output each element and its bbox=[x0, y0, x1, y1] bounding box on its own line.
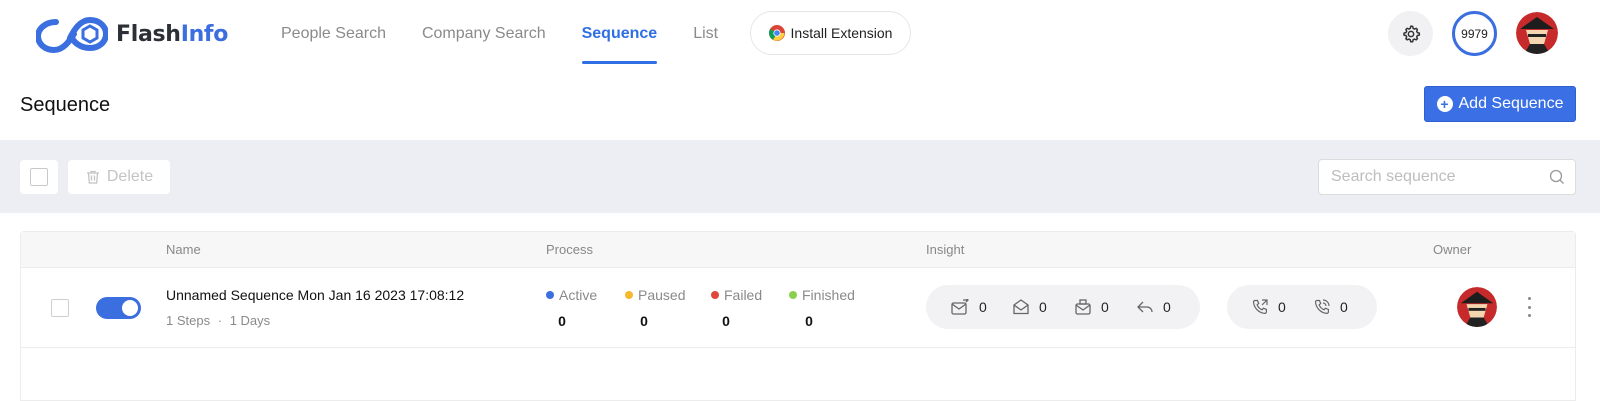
column-header-owner: Owner bbox=[1433, 242, 1472, 257]
paused-count: 0 bbox=[640, 313, 648, 329]
chrome-icon bbox=[768, 25, 785, 41]
sequence-table: Name Process Insight Owner Unnamed Seque… bbox=[20, 231, 1576, 401]
call-insight-pill: 0 0 bbox=[1227, 285, 1377, 329]
nav-company-search[interactable]: Company Search bbox=[422, 0, 546, 68]
logo-infinity-icon bbox=[36, 16, 108, 54]
finished-dot bbox=[789, 291, 797, 299]
active-count: 0 bbox=[558, 313, 566, 329]
row-checkbox[interactable] bbox=[51, 299, 69, 317]
table-row[interactable]: Unnamed Sequence Mon Jan 16 2023 17:08:1… bbox=[21, 269, 1575, 348]
delete-button[interactable]: Delete bbox=[68, 160, 170, 194]
email-replied-count: 0 bbox=[1163, 299, 1171, 315]
call-outgoing-stat[interactable]: 0 bbox=[1252, 299, 1314, 315]
checkbox-box bbox=[30, 168, 48, 186]
sequence-days: 1 Days bbox=[229, 313, 271, 328]
avatar-image bbox=[1457, 287, 1497, 327]
page-header bbox=[0, 68, 1600, 140]
nav-list[interactable]: List bbox=[693, 0, 718, 68]
brand-name: FlashInfo bbox=[116, 21, 229, 47]
gear-icon bbox=[1402, 24, 1420, 42]
call-outgoing-count: 0 bbox=[1278, 299, 1286, 315]
avatar-image bbox=[1516, 12, 1558, 54]
nav-sequence[interactable]: Sequence bbox=[581, 0, 657, 68]
column-header-insight: Insight bbox=[926, 242, 965, 257]
meta-separator: · bbox=[217, 313, 223, 328]
column-header-name: Name bbox=[166, 242, 201, 257]
status-active: Active bbox=[546, 287, 597, 303]
status-finished: Finished bbox=[789, 287, 855, 303]
search-box bbox=[1318, 159, 1576, 195]
email-replied-stat[interactable]: 0 bbox=[1137, 299, 1187, 315]
sequence-name[interactable]: Unnamed Sequence Mon Jan 16 2023 17:08:1… bbox=[166, 287, 464, 303]
delete-label: Delete bbox=[106, 168, 154, 185]
phone-connected-icon bbox=[1314, 299, 1330, 315]
add-sequence-label: Add Sequence bbox=[1458, 95, 1564, 112]
add-sequence-button[interactable]: + Add Sequence bbox=[1424, 86, 1576, 122]
active-dot bbox=[546, 291, 554, 299]
active-label: Active bbox=[559, 287, 598, 303]
email-opened-stat[interactable]: 0 bbox=[1013, 299, 1075, 315]
search-input[interactable] bbox=[1331, 168, 1541, 186]
select-all-checkbox[interactable] bbox=[20, 160, 58, 194]
email-opened-icon bbox=[1013, 299, 1029, 315]
email-sent-stat[interactable]: 0 bbox=[951, 299, 1013, 315]
email-sent-count: 0 bbox=[979, 299, 987, 315]
call-connected-stat[interactable]: 0 bbox=[1314, 299, 1364, 315]
phone-outgoing-icon bbox=[1252, 299, 1268, 315]
sequence-steps: 1 Steps bbox=[166, 313, 211, 328]
table-header: Name Process Insight Owner bbox=[21, 232, 1575, 268]
finished-label: Finished bbox=[802, 287, 855, 303]
email-clicked-icon bbox=[1075, 299, 1091, 315]
email-opened-count: 0 bbox=[1039, 299, 1047, 315]
search-icon[interactable] bbox=[1549, 169, 1565, 185]
failed-dot bbox=[711, 291, 719, 299]
column-header-process: Process bbox=[546, 242, 593, 257]
sequence-meta: 1 Steps · 1 Days bbox=[166, 313, 270, 328]
flashinfo-logo[interactable]: FlashInfo bbox=[36, 12, 228, 56]
install-extension-button[interactable]: Install Extension bbox=[750, 11, 911, 55]
paused-label: Paused bbox=[638, 287, 686, 303]
page-title: Sequence bbox=[20, 94, 111, 116]
owner-avatar[interactable] bbox=[1457, 287, 1497, 327]
sequence-enable-toggle[interactable] bbox=[96, 297, 141, 319]
paused-dot bbox=[625, 291, 633, 299]
finished-count: 0 bbox=[805, 313, 813, 329]
row-more-menu-icon[interactable] bbox=[1523, 297, 1535, 317]
failed-label: Failed bbox=[724, 287, 763, 303]
plus-circle-icon: + bbox=[1436, 96, 1453, 112]
install-extension-label: Install Extension bbox=[790, 25, 893, 41]
email-clicked-count: 0 bbox=[1101, 299, 1109, 315]
email-clicked-stat[interactable]: 0 bbox=[1075, 299, 1137, 315]
email-insight-pill: 0 0 0 0 bbox=[926, 285, 1200, 329]
reply-icon bbox=[1137, 301, 1153, 313]
status-paused: Paused bbox=[625, 287, 685, 303]
email-sent-icon bbox=[951, 299, 969, 315]
main-nav: People Search Company Search Sequence Li… bbox=[281, 0, 754, 68]
status-failed: Failed bbox=[711, 287, 762, 303]
failed-count: 0 bbox=[722, 313, 730, 329]
settings-button[interactable] bbox=[1388, 11, 1433, 56]
trash-icon bbox=[86, 170, 99, 184]
nav-people-search[interactable]: People Search bbox=[281, 0, 386, 68]
user-avatar[interactable] bbox=[1516, 12, 1558, 54]
credits-badge[interactable]: 9979 bbox=[1452, 11, 1497, 56]
call-connected-count: 0 bbox=[1340, 299, 1348, 315]
